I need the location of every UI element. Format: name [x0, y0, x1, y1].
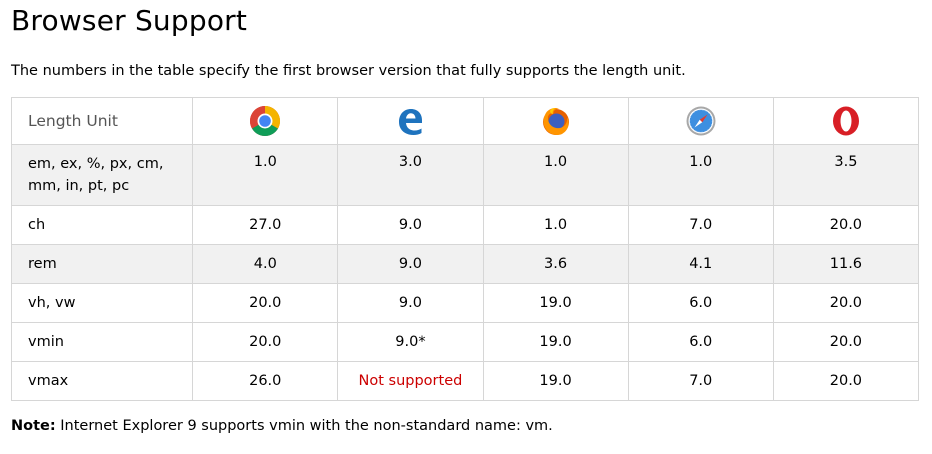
- firefox-version-cell: 19.0: [482, 283, 629, 323]
- opera-icon: [832, 106, 859, 136]
- edge-version-cell: 9.0: [337, 205, 484, 245]
- length-unit-header: Length Unit: [10, 97, 194, 145]
- safari-version-cell: 6.0: [627, 283, 774, 323]
- table-row: rem 4.0 9.0 3.6 4.1 11.6: [10, 244, 920, 284]
- browser-support-table: Length Unit em, ex, %, px, cm, mm, in, p…: [10, 97, 920, 401]
- chrome-icon: [250, 106, 281, 137]
- chrome-version-cell: 20.0: [192, 283, 339, 323]
- chrome-version-cell: 20.0: [192, 322, 339, 362]
- edge-version-cell: 9.0: [337, 244, 484, 284]
- firefox-icon: [542, 108, 569, 135]
- firefox-version-cell: 1.0: [482, 205, 629, 245]
- chrome-version-cell: 1.0: [192, 144, 339, 206]
- safari-column-header: [627, 97, 774, 145]
- safari-version-cell: 6.0: [627, 322, 774, 362]
- firefox-version-cell: 19.0: [482, 322, 629, 362]
- safari-version-cell: 7.0: [627, 361, 774, 401]
- length-unit-cell: vmax: [10, 361, 194, 401]
- table-row: ch 27.0 9.0 1.0 7.0 20.0: [10, 205, 920, 245]
- safari-icon: [686, 106, 716, 136]
- opera-version-cell: 20.0: [772, 205, 920, 245]
- opera-column-header: [772, 97, 920, 145]
- table-header-row: Length Unit: [10, 97, 920, 145]
- length-unit-cell: em, ex, %, px, cm, mm, in, pt, pc: [10, 144, 194, 206]
- firefox-version-cell: 1.0: [482, 144, 629, 206]
- opera-version-cell: 20.0: [772, 322, 920, 362]
- opera-version-cell: 20.0: [772, 283, 920, 323]
- length-unit-cell: vh, vw: [10, 283, 194, 323]
- opera-version-cell: 3.5: [772, 144, 920, 206]
- chrome-version-cell: 26.0: [192, 361, 339, 401]
- chrome-version-cell: 27.0: [192, 205, 339, 245]
- note-text: Note: Internet Explorer 9 supports vmin …: [11, 418, 553, 434]
- table-row: vh, vw 20.0 9.0 19.0 6.0 20.0: [10, 283, 920, 323]
- edge-version-cell: 3.0: [337, 144, 484, 206]
- note-label: Note:: [11, 418, 56, 434]
- edge-icon: [399, 109, 423, 135]
- safari-version-cell: 7.0: [627, 205, 774, 245]
- page-title: Browser Support: [11, 4, 248, 37]
- safari-version-cell: 4.1: [627, 244, 774, 284]
- length-unit-cell: ch: [10, 205, 194, 245]
- table-row: vmax 26.0 Not supported 19.0 7.0 20.0: [10, 361, 920, 401]
- note-body: Internet Explorer 9 supports vmin with t…: [55, 418, 553, 434]
- edge-column-header: [337, 97, 484, 145]
- opera-version-cell: 11.6: [772, 244, 920, 284]
- edge-version-cell: 9.0: [337, 283, 484, 323]
- chrome-column-header: [192, 97, 339, 145]
- table-row: em, ex, %, px, cm, mm, in, pt, pc 1.0 3.…: [10, 144, 920, 206]
- edge-not-supported-cell: Not supported: [337, 361, 484, 401]
- firefox-version-cell: 19.0: [482, 361, 629, 401]
- length-unit-cell: rem: [10, 244, 194, 284]
- edge-version-cell: 9.0*: [337, 322, 484, 362]
- safari-version-cell: 1.0: [627, 144, 774, 206]
- intro-text: The numbers in the table specify the fir…: [11, 63, 686, 79]
- firefox-version-cell: 3.6: [482, 244, 629, 284]
- table-row: vmin 20.0 9.0* 19.0 6.0 20.0: [10, 322, 920, 362]
- chrome-version-cell: 4.0: [192, 244, 339, 284]
- length-unit-cell: vmin: [10, 322, 194, 362]
- firefox-column-header: [482, 97, 629, 145]
- opera-version-cell: 20.0: [772, 361, 920, 401]
